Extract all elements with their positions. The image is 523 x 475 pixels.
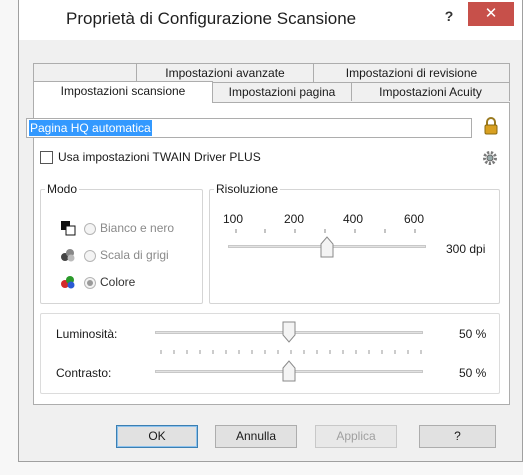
window-shadow-left <box>0 0 18 475</box>
adjust-tick-marks <box>160 350 422 354</box>
gear-icon[interactable] <box>482 150 498 169</box>
cancel-button[interactable]: Annulla <box>215 425 297 448</box>
brightness-slider-thumb[interactable] <box>282 321 296 346</box>
tab-blank <box>33 63 137 82</box>
tab-acuity-settings[interactable]: Impostazioni Acuity <box>351 82 510 101</box>
color-icon <box>60 274 76 293</box>
mode-label-bw: Bianco e nero <box>100 221 175 235</box>
ok-button[interactable]: OK <box>116 425 198 448</box>
tab-review[interactable]: Impostazioni di revisione <box>313 63 510 82</box>
mode-label-color: Colore <box>100 275 136 289</box>
brightness-label: Luminosità: <box>56 327 118 341</box>
help-button[interactable]: ? <box>419 425 496 448</box>
mode-label-gray: Scala di grigi <box>100 248 169 262</box>
contrast-slider-thumb[interactable] <box>282 360 296 385</box>
resolution-tick-400: 400 <box>343 212 364 226</box>
mode-radio-color[interactable] <box>84 277 96 289</box>
apply-button[interactable]: Applica <box>315 425 397 448</box>
resolution-value: 300 dpi <box>446 242 486 256</box>
twain-checkbox[interactable] <box>40 151 53 164</box>
tab-advanced[interactable]: Impostazioni avanzate <box>136 63 314 82</box>
title-bar[interactable]: Proprietà di Configurazione Scansione ? … <box>19 0 522 40</box>
contrast-value: 50 % <box>459 366 487 380</box>
profile-name-value: Pagina HQ automatica <box>29 120 152 136</box>
resolution-tick-100: 100 <box>223 212 244 226</box>
twain-checkbox-label[interactable]: Usa impostazioni TWAIN Driver PLUS <box>58 150 261 164</box>
profile-name-input[interactable]: Pagina HQ automatica <box>26 118 472 138</box>
brightness-value: 50 % <box>459 327 487 341</box>
resolution-slider-thumb[interactable] <box>320 236 334 261</box>
help-title-button[interactable]: ? <box>439 6 459 26</box>
resolution-group-title: Risoluzione <box>214 182 281 196</box>
window-shadow-bottom <box>0 462 523 475</box>
resolution-tick-600: 600 <box>404 212 425 226</box>
resolution-tick-marks <box>235 229 416 233</box>
grayscale-icon <box>60 247 76 266</box>
black-white-icon <box>60 220 76 239</box>
lock-icon[interactable] <box>484 117 498 138</box>
mode-group-title: Modo <box>45 182 80 196</box>
window-title: Proprietà di Configurazione Scansione <box>66 9 357 28</box>
tab-page-settings[interactable]: Impostazioni pagina <box>212 82 352 101</box>
mode-radio-bw[interactable] <box>84 223 96 235</box>
tab-scan-settings[interactable]: Impostazioni scansione <box>33 81 213 103</box>
contrast-label: Contrasto: <box>56 366 112 380</box>
mode-radio-gray[interactable] <box>84 250 96 262</box>
resolution-tick-200: 200 <box>284 212 305 226</box>
close-button[interactable]: ✕ <box>468 2 514 26</box>
